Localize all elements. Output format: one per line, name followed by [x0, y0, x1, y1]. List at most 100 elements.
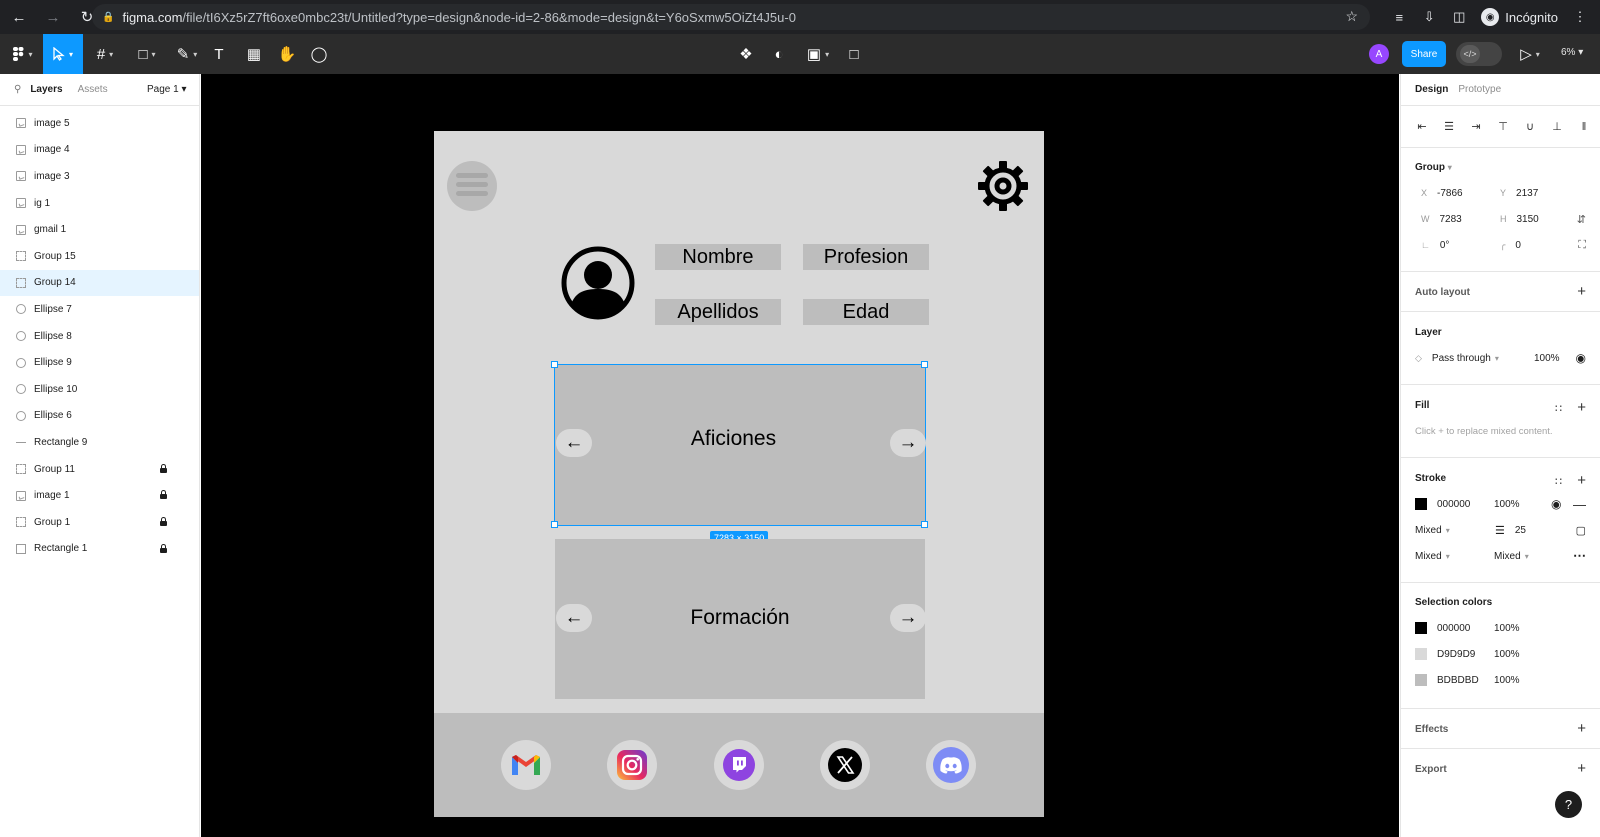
layer-row[interactable]: Ellipse 7 — [0, 296, 199, 323]
selection-handle[interactable] — [551, 361, 558, 368]
selection-handle[interactable] — [921, 361, 928, 368]
selection-color-row[interactable]: 000000 100% — [1415, 615, 1586, 641]
layer-row[interactable]: Group 11 — [0, 456, 199, 483]
layer-row[interactable]: Rectangle 1 — [0, 536, 199, 563]
frame-tool-icon[interactable]: # ▾ — [90, 34, 120, 74]
figma-menu-icon[interactable]: ▾ — [8, 34, 38, 74]
add-export-icon[interactable]: + — [1577, 760, 1586, 777]
carousel-formacion[interactable]: Formación ← → — [555, 539, 926, 699]
add-auto-layout-icon[interactable]: + — [1577, 283, 1586, 300]
layer-row[interactable]: Ellipse 9 — [0, 349, 199, 376]
mask-icon[interactable]: ◐ — [768, 34, 790, 74]
prev-arrow-button[interactable]: ← — [556, 604, 592, 632]
lock-icon[interactable] — [160, 463, 167, 473]
layer-row[interactable]: Rectangle 9 — [0, 429, 199, 456]
tab-design[interactable]: Design — [1415, 84, 1448, 95]
more-icon[interactable]: ⋮ — [1572, 9, 1588, 25]
group-title[interactable]: Group ▾ — [1415, 154, 1586, 180]
selection-color-row[interactable]: D9D9D9 100% — [1415, 641, 1586, 667]
field-profesion[interactable]: Profesion — [803, 244, 929, 270]
eye-icon[interactable]: ◉ — [1576, 351, 1586, 365]
comment-icon[interactable]: ◯ — [308, 34, 330, 74]
back-arrow-icon[interactable]: ← — [10, 8, 28, 26]
dev-mode-toggle[interactable]: </> — [1456, 42, 1502, 66]
lock-icon[interactable] — [160, 516, 167, 526]
settings-gear-icon[interactable] — [976, 159, 1030, 213]
layer-row[interactable]: Group 1 — [0, 509, 199, 536]
tab-prototype[interactable]: Prototype — [1458, 84, 1501, 95]
download-icon[interactable]: ⇩ — [1421, 9, 1437, 25]
layer-row[interactable]: image 4 — [0, 137, 199, 164]
prev-arrow-button[interactable]: ← — [556, 429, 592, 457]
layer-row[interactable]: Ellipse 8 — [0, 323, 199, 350]
align-left-icon[interactable]: ⇤ — [1415, 120, 1429, 134]
distribute-icon[interactable]: ‖ — [1577, 120, 1591, 134]
layer-row[interactable]: Ellipse 6 — [0, 403, 199, 430]
share-button[interactable]: Share — [1402, 41, 1446, 67]
lock-icon[interactable] — [160, 543, 167, 553]
rotation-field[interactable]: ∟ 0° — [1421, 240, 1449, 251]
text-tool-icon[interactable]: T — [208, 34, 230, 74]
styles-grid-icon[interactable]: ∷ — [1555, 402, 1562, 415]
design-canvas[interactable]: Nombre Profesion Apellidos Edad Aficione… — [201, 74, 1399, 837]
layer-row[interactable]: Group 15 — [0, 243, 199, 270]
discord-icon[interactable] — [926, 740, 976, 790]
layer-opacity-field[interactable]: 100% — [1534, 353, 1560, 364]
forward-arrow-icon[interactable]: → — [44, 8, 62, 26]
align-bottom-icon[interactable]: ⊥ — [1550, 120, 1564, 134]
add-effect-icon[interactable]: + — [1577, 720, 1586, 737]
tab-assets[interactable]: Assets — [78, 84, 108, 95]
constrain-proportions-icon[interactable]: ⇵ — [1577, 213, 1586, 226]
boolean-icon[interactable]: ▣ ▾ — [803, 34, 833, 74]
layer-row[interactable]: Ellipse 10 — [0, 376, 199, 403]
layer-row[interactable]: image 5 — [0, 110, 199, 137]
carousel-aficiones[interactable]: Aficiones ← → 7283 × 3150 — [551, 361, 928, 545]
present-icon[interactable]: ▷ ▾ — [1515, 34, 1545, 74]
styles-grid-icon[interactable]: ∷ — [1555, 475, 1562, 488]
eye-icon[interactable]: ◉ — [1551, 497, 1561, 511]
layer-row[interactable]: ig 1 — [0, 190, 199, 217]
selection-handle[interactable] — [551, 521, 558, 528]
add-stroke-icon[interactable]: + — [1577, 472, 1586, 489]
twitch-icon[interactable] — [714, 740, 764, 790]
stroke-weight-field[interactable]: ☰ 25 — [1495, 524, 1526, 537]
crop-icon[interactable]: □ — [843, 34, 865, 74]
component-icon[interactable]: ❖ — [735, 34, 757, 74]
layer-row[interactable]: image 1 — [0, 482, 199, 509]
stroke-style-dropdown[interactable]: Mixed ▾ — [1494, 551, 1529, 562]
align-right-icon[interactable]: ⇥ — [1469, 120, 1483, 134]
independent-corners-icon[interactable]: ⛶ — [1578, 239, 1586, 252]
align-top-icon[interactable]: ⊤ — [1496, 120, 1510, 134]
blend-mode-dropdown[interactable]: ◇ Pass through ▾ — [1415, 353, 1499, 364]
gmail-icon[interactable] — [501, 740, 551, 790]
remove-stroke-icon[interactable]: — — [1573, 497, 1586, 512]
stroke-opacity-field[interactable]: 100% — [1494, 499, 1520, 510]
next-arrow-button[interactable]: → — [890, 604, 926, 632]
lock-icon[interactable] — [160, 490, 167, 500]
radius-field[interactable]: ╭ 0 — [1500, 240, 1521, 251]
resources-icon[interactable]: ▦ — [243, 34, 265, 74]
mobile-frame[interactable]: Nombre Profesion Apellidos Edad Aficione… — [434, 131, 1044, 817]
more-options-icon[interactable]: ⋯ — [1573, 548, 1586, 564]
stroke-sides-icon[interactable]: ▢ — [1576, 524, 1586, 537]
star-icon[interactable]: ☆ — [1345, 8, 1358, 25]
hand-tool-icon[interactable]: ✋ — [276, 34, 298, 74]
selection-color-row[interactable]: BDBDBD 100% — [1415, 667, 1586, 693]
incognito-profile[interactable]: ◉ Incógnito — [1481, 8, 1558, 26]
align-center-h-icon[interactable]: ☰ — [1442, 120, 1456, 134]
x-field[interactable]: X -7866 — [1421, 188, 1463, 199]
w-field[interactable]: W 7283 — [1421, 214, 1462, 225]
field-edad[interactable]: Edad — [803, 299, 929, 325]
stroke-color-field[interactable]: 000000 — [1415, 498, 1470, 510]
selection-handle[interactable] — [921, 521, 928, 528]
reading-list-icon[interactable]: ≡ — [1391, 9, 1407, 25]
stroke-sides-dropdown[interactable]: Mixed ▾ — [1415, 551, 1450, 562]
tab-layers[interactable]: Layers — [30, 84, 62, 95]
h-field[interactable]: H 3150 — [1500, 214, 1539, 225]
layer-row[interactable]: Group 14 — [0, 269, 199, 297]
menu-button[interactable] — [447, 161, 497, 211]
instagram-icon[interactable] — [607, 740, 657, 790]
field-apellidos[interactable]: Apellidos — [655, 299, 781, 325]
avatar[interactable]: A — [1369, 44, 1389, 64]
next-arrow-button[interactable]: → — [890, 429, 926, 457]
